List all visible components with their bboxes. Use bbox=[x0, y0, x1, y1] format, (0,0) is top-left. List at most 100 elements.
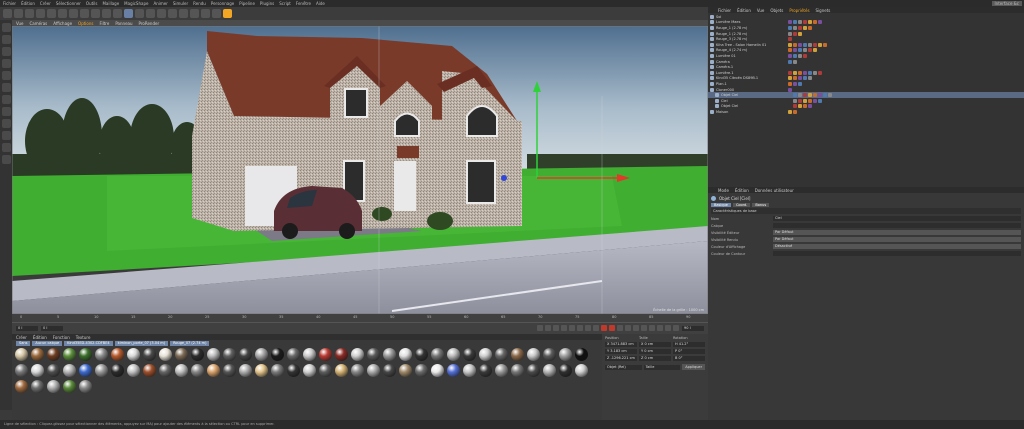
object-menu-item[interactable]: Propriétés bbox=[789, 8, 809, 13]
tag-icon[interactable] bbox=[793, 59, 797, 64]
first-frame-icon[interactable] bbox=[537, 325, 543, 331]
material-swatch[interactable] bbox=[287, 348, 300, 361]
tag-icon[interactable] bbox=[808, 76, 812, 81]
sound-icon[interactable] bbox=[665, 325, 671, 331]
material-swatch[interactable] bbox=[527, 348, 540, 361]
attribute-value[interactable]: Par Défaut bbox=[773, 230, 1021, 235]
render-view-icon[interactable] bbox=[113, 9, 122, 18]
material-swatch[interactable] bbox=[351, 364, 364, 377]
tag-icon[interactable] bbox=[803, 25, 807, 30]
tag-icon[interactable] bbox=[798, 81, 802, 86]
render-icon[interactable] bbox=[124, 9, 133, 18]
tag-icon[interactable] bbox=[788, 53, 792, 58]
material-swatch[interactable] bbox=[463, 348, 476, 361]
snap-icon[interactable] bbox=[1, 119, 11, 128]
object-menu-item[interactable]: Vue bbox=[757, 8, 764, 13]
material-swatch[interactable] bbox=[47, 348, 60, 361]
play-icon[interactable] bbox=[561, 325, 567, 331]
tag-icon[interactable] bbox=[813, 70, 817, 75]
object-row[interactable]: Maison bbox=[708, 109, 1024, 115]
tag-icon[interactable] bbox=[788, 37, 792, 42]
attribute-tab[interactable]: Basique bbox=[711, 203, 731, 207]
tag-icon[interactable] bbox=[813, 42, 817, 47]
attribute-tab[interactable]: Bonus bbox=[752, 203, 770, 207]
tag-icon[interactable] bbox=[798, 53, 802, 58]
tag-icon[interactable] bbox=[818, 20, 822, 25]
tag-icon[interactable] bbox=[793, 25, 797, 30]
tag-icon[interactable] bbox=[788, 70, 792, 75]
tag-icon[interactable] bbox=[793, 109, 797, 114]
material-swatch[interactable] bbox=[79, 380, 92, 393]
attribute-value[interactable] bbox=[773, 223, 1021, 228]
material-swatch[interactable] bbox=[303, 364, 316, 377]
select-icon[interactable] bbox=[25, 9, 34, 18]
attribute-value[interactable]: Par Défaut bbox=[773, 237, 1021, 242]
material-menu-item[interactable]: Texture bbox=[76, 335, 91, 340]
tag-icon[interactable] bbox=[788, 20, 792, 25]
material-menu-item[interactable]: Édition bbox=[33, 335, 47, 340]
menu-item[interactable]: Fenêtre bbox=[296, 1, 311, 6]
menu-item[interactable]: Plugins bbox=[260, 1, 274, 6]
material-swatch[interactable] bbox=[143, 348, 156, 361]
material-swatch[interactable] bbox=[351, 348, 364, 361]
menu-item[interactable]: Outils bbox=[86, 1, 98, 6]
tag-icon[interactable] bbox=[818, 70, 822, 75]
material-swatch[interactable] bbox=[479, 364, 492, 377]
tag-icon[interactable] bbox=[793, 31, 797, 36]
last-frame-icon[interactable] bbox=[585, 325, 591, 331]
material-swatch[interactable] bbox=[511, 364, 524, 377]
attribute-menu-item[interactable]: Édition bbox=[735, 188, 749, 193]
material-swatch[interactable] bbox=[111, 348, 124, 361]
material-swatch[interactable] bbox=[543, 364, 556, 377]
rotation-field[interactable]: B 0° bbox=[673, 356, 705, 361]
current-frame-field[interactable]: 0 I bbox=[41, 325, 63, 331]
tag-icon[interactable] bbox=[823, 42, 827, 47]
tag-icon[interactable] bbox=[803, 93, 807, 98]
tag-icon[interactable] bbox=[813, 98, 817, 103]
tag-icon[interactable] bbox=[813, 20, 817, 25]
material-swatch[interactable] bbox=[495, 364, 508, 377]
tag-icon[interactable] bbox=[793, 20, 797, 25]
next-frame-icon[interactable] bbox=[569, 325, 575, 331]
position-field[interactable]: Y 3.183 cm bbox=[605, 349, 637, 354]
axis-mode-icon[interactable] bbox=[1, 95, 11, 104]
tag-icon[interactable] bbox=[803, 20, 807, 25]
material-swatch[interactable] bbox=[95, 348, 108, 361]
y-axis-icon[interactable] bbox=[80, 9, 89, 18]
material-swatch[interactable] bbox=[255, 364, 268, 377]
menu-item[interactable]: Sélectionner bbox=[56, 1, 81, 6]
material-swatch[interactable] bbox=[415, 348, 428, 361]
tag-icon[interactable] bbox=[808, 70, 812, 75]
material-swatch[interactable] bbox=[559, 348, 572, 361]
tag-icon[interactable] bbox=[808, 25, 812, 30]
tag-icon[interactable] bbox=[793, 76, 797, 81]
menu-item[interactable]: Rendu bbox=[193, 1, 206, 6]
material-swatch[interactable] bbox=[463, 364, 476, 377]
tag-icon[interactable] bbox=[808, 93, 812, 98]
tag-icon[interactable] bbox=[788, 87, 792, 92]
tweak-mode-icon[interactable] bbox=[1, 107, 11, 116]
tag-icon[interactable] bbox=[813, 48, 817, 53]
material-swatch[interactable] bbox=[47, 380, 60, 393]
viewport-menu-item[interactable]: Panneau bbox=[115, 21, 132, 26]
tag-icon[interactable] bbox=[803, 42, 807, 47]
tag-icon[interactable] bbox=[798, 98, 802, 103]
tag-icon[interactable] bbox=[823, 93, 827, 98]
material-swatch[interactable] bbox=[383, 364, 396, 377]
tag-icon[interactable] bbox=[793, 98, 797, 103]
pos-key-icon[interactable] bbox=[625, 325, 631, 331]
tag-icon[interactable] bbox=[793, 93, 797, 98]
tag-icon[interactable] bbox=[798, 25, 802, 30]
material-swatch[interactable] bbox=[79, 348, 92, 361]
loop-icon[interactable] bbox=[593, 325, 599, 331]
material-swatch[interactable] bbox=[63, 348, 76, 361]
material-swatch[interactable] bbox=[207, 348, 220, 361]
menu-item[interactable]: Édition bbox=[21, 1, 35, 6]
tag-icon[interactable] bbox=[808, 48, 812, 53]
viewport-menu-item[interactable]: Vue bbox=[16, 21, 23, 26]
material-swatch[interactable] bbox=[559, 364, 572, 377]
attribute-menu-item[interactable]: Mode bbox=[718, 188, 729, 193]
material-swatch[interactable] bbox=[271, 364, 284, 377]
material-swatch[interactable] bbox=[159, 348, 172, 361]
fps-icon[interactable] bbox=[673, 325, 679, 331]
